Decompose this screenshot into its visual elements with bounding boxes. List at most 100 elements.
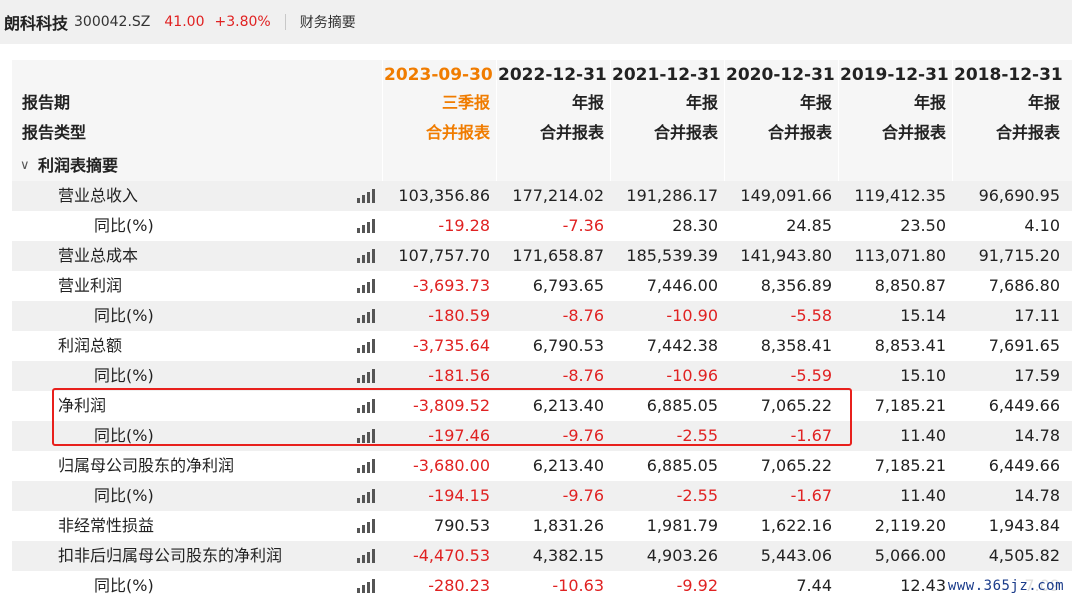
table-cell: 6,885.05	[646, 396, 718, 415]
table-cell: -8.76	[562, 366, 604, 385]
table-cell: -1.67	[790, 426, 832, 445]
table-cell: 8,850.87	[874, 276, 946, 295]
table-row: 同比(%) -197.46 -9.76 -2.55 -1.67 11.40 14.78	[12, 421, 1072, 451]
table-cell: 23.50	[900, 216, 946, 235]
table-cell: -9.76	[562, 486, 604, 505]
table-cell: 1,981.79	[646, 516, 718, 535]
table-row: 营业利润 -3,693.73 6,793.65 7,446.00 8,356.89 8,8…	[12, 271, 1072, 301]
table-cell: 91,715.20	[978, 246, 1060, 265]
table-row: 同比(%) -181.56 -8.76 -10.96 -5.59 15.10 17.59	[12, 361, 1072, 391]
table-cell: -8.76	[562, 306, 604, 325]
table-cell: -194.15	[428, 486, 490, 505]
bar-chart-icon[interactable]	[357, 549, 375, 563]
table-cell: -19.28	[438, 216, 490, 235]
section-title: 利润表摘要	[38, 156, 119, 175]
table-row: 同比(%) -180.59 -8.76 -10.90 -5.58 15.14 17.11	[12, 301, 1072, 331]
column-header-period: 三季报	[441, 93, 490, 112]
table-cell: 171,658.87	[512, 246, 604, 265]
column-header-date[interactable]: 2020-12-31	[726, 60, 835, 90]
column-header-report: 合并报表	[881, 123, 946, 142]
column-header-date[interactable]: 2022-12-31	[498, 60, 607, 90]
table-cell: -9.76	[562, 426, 604, 445]
table-cell: 28.30	[672, 216, 718, 235]
table-cell: -2.55	[676, 426, 718, 445]
table-row: 净利润 -3,809.52 6,213.40 6,885.05 7,065.22 7,18…	[12, 391, 1072, 421]
table-row: 营业总成本 107,757.70 171,658.87 185,539.39 141,9…	[12, 241, 1072, 271]
column-header-date[interactable]: 2023-09-30	[384, 60, 493, 90]
table-cell: -10.63	[552, 576, 604, 595]
table-cell: 1,622.16	[760, 516, 832, 535]
section-row[interactable]: ∨ 利润表摘要	[12, 151, 1072, 181]
table-cell: -197.46	[428, 426, 490, 445]
table-cell: 6,790.53	[532, 336, 604, 355]
table-cell: 24.85	[786, 216, 832, 235]
table-cell: 4,903.26	[646, 546, 718, 565]
table-cell: 177,214.02	[512, 186, 604, 205]
column-header-period: 年报	[571, 93, 604, 112]
table-cell: 7,065.22	[760, 456, 832, 475]
bar-chart-icon[interactable]	[357, 309, 375, 323]
table-cell: 15.10	[900, 366, 946, 385]
chevron-down-icon[interactable]: ∨	[20, 151, 30, 181]
stock-header: 朗科科技 300042.SZ 41.00 +3.80% 财务摘要	[0, 0, 1072, 44]
bar-chart-icon[interactable]	[357, 429, 375, 443]
table-cell: 17.11	[1014, 306, 1060, 325]
table-row: 营业总收入 103,356.86 177,214.02 191,286.17 149,0…	[12, 181, 1072, 211]
table-cell: 8,853.41	[874, 336, 946, 355]
column-header-report: 合并报表	[653, 123, 718, 142]
table-cell: -180.59	[428, 306, 490, 325]
table-cell: 14.78	[1014, 426, 1060, 445]
table-cell: 4.10	[1024, 216, 1060, 235]
table-cell: 5,066.00	[874, 546, 946, 565]
bar-chart-icon[interactable]	[357, 399, 375, 413]
row-label: 非经常性损益	[58, 516, 155, 535]
watermark: www.365jz.com	[945, 578, 1066, 594]
table-cell: 113,071.80	[854, 246, 946, 265]
table-cell: 6,449.66	[988, 456, 1060, 475]
row-label: 同比(%)	[94, 366, 154, 385]
table-cell: -3,693.73	[412, 276, 490, 295]
table-cell: 5,443.06	[760, 546, 832, 565]
bar-chart-icon[interactable]	[357, 219, 375, 233]
row-label: 净利润	[58, 396, 107, 415]
column-header-period: 年报	[685, 93, 718, 112]
table-cell: 107,757.70	[398, 246, 490, 265]
bar-chart-icon[interactable]	[357, 339, 375, 353]
table-cell: 7.44	[796, 576, 832, 595]
table-cell: 4,382.15	[532, 546, 604, 565]
bar-chart-icon[interactable]	[357, 459, 375, 473]
table-cell: -7.36	[562, 216, 604, 235]
column-header-report: 合并报表	[767, 123, 832, 142]
table-cell: -1.67	[790, 486, 832, 505]
bar-chart-icon[interactable]	[357, 489, 375, 503]
period-label: 报告期	[22, 93, 71, 112]
bar-chart-icon[interactable]	[357, 279, 375, 293]
table-cell: 6,793.65	[532, 276, 604, 295]
bar-chart-icon[interactable]	[357, 369, 375, 383]
column-header-date[interactable]: 2021-12-31	[612, 60, 721, 90]
table-cell: 191,286.17	[626, 186, 718, 205]
table-cell: 15.14	[900, 306, 946, 325]
table-cell: 7,686.80	[988, 276, 1060, 295]
table-cell: 141,943.80	[740, 246, 832, 265]
bar-chart-icon[interactable]	[357, 189, 375, 203]
row-label: 营业总成本	[58, 246, 139, 265]
table-cell: 790.53	[434, 516, 490, 535]
column-header-date[interactable]: 2018-12-31	[954, 60, 1063, 90]
row-label: 归属母公司股东的净利润	[58, 456, 235, 475]
tab-financial-summary[interactable]: 财务摘要	[300, 12, 356, 32]
bar-chart-icon[interactable]	[357, 519, 375, 533]
table-cell: -10.96	[666, 366, 718, 385]
table-cell: -10.90	[666, 306, 718, 325]
table-cell: -9.92	[676, 576, 718, 595]
column-header-date[interactable]: 2019-12-31	[840, 60, 949, 90]
row-label: 同比(%)	[94, 306, 154, 325]
table-cell: 7,446.00	[646, 276, 718, 295]
row-label: 利润总额	[58, 336, 123, 355]
bar-chart-icon[interactable]	[357, 249, 375, 263]
bar-chart-icon[interactable]	[357, 579, 375, 593]
table-cell: 7,442.38	[646, 336, 718, 355]
table-cell: 7,185.21	[874, 456, 946, 475]
table-cell: 12.43	[900, 576, 946, 595]
table-cell: 149,091.66	[740, 186, 832, 205]
